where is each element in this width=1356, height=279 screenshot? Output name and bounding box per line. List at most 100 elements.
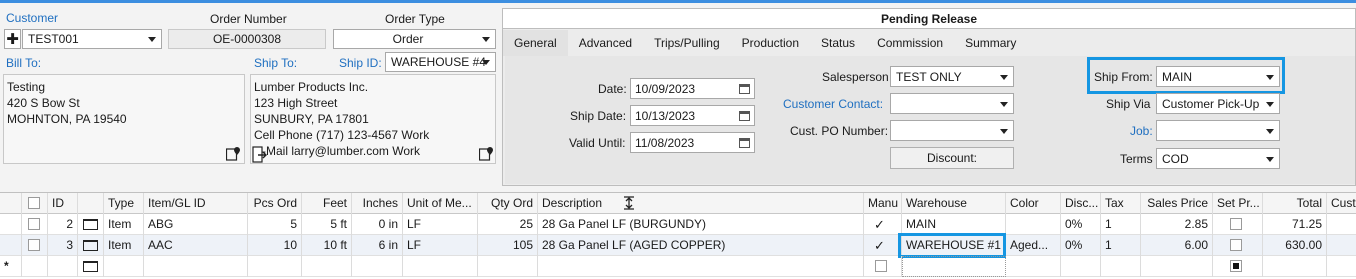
calendar-icon[interactable] [739,111,750,121]
tab-advanced[interactable]: Advanced [568,30,643,56]
cell-description[interactable]: 28 Ga Panel LF (BURGUNDY) [538,214,864,235]
cell-tax[interactable]: 1 [1101,235,1141,256]
ship-id-label[interactable]: Ship ID: [339,56,382,70]
cell-pcs[interactable]: 5 [248,214,302,235]
table-row[interactable]: 3 Item AAC 10 10 ft 6 in LF 105 28 Ga Pa… [0,235,1356,256]
folder-icon[interactable] [83,261,98,272]
cell-uom[interactable] [403,256,478,277]
cell-warehouse[interactable]: MAIN [902,214,1006,235]
checkmark-icon[interactable]: ✓ [874,214,885,235]
new-row[interactable]: * [0,256,1356,277]
cell-inches[interactable]: 0 in [352,214,403,235]
col-cust[interactable]: Cust [1327,193,1356,214]
cell-inches[interactable] [352,256,403,277]
col-color[interactable]: Color [1006,193,1061,214]
cell-disc[interactable]: 0% [1061,235,1101,256]
cell-pcs[interactable]: 10 [248,235,302,256]
tab-commission[interactable]: Commission [866,30,954,56]
col-sales-price[interactable]: Sales Price [1141,193,1213,214]
tab-summary[interactable]: Summary [954,30,1027,56]
map-pin-icon[interactable] [478,146,494,161]
cell-uom[interactable]: LF [403,214,478,235]
col-disc[interactable]: Disc... [1061,193,1101,214]
tab-production[interactable]: Production [731,30,810,56]
set-price-checkbox[interactable] [1230,218,1242,230]
bill-to-label[interactable]: Bill To: [6,56,41,70]
row-checkbox[interactable] [28,218,40,230]
col-feet[interactable]: Feet [302,193,352,214]
map-pin-icon[interactable] [225,146,241,161]
col-manu[interactable]: Manu [864,193,902,214]
col-id[interactable]: ID [48,193,78,214]
cell-tax[interactable]: 1 [1101,214,1141,235]
expand-rows-icon[interactable] [622,196,636,214]
folder-icon[interactable] [83,240,98,251]
col-tax[interactable]: Tax [1101,193,1141,214]
cell-disc[interactable] [1061,256,1101,277]
col-inches[interactable]: Inches [352,193,403,214]
col-qty[interactable]: Qty Ord [478,193,538,214]
job-dropdown[interactable] [1156,120,1280,141]
customer-label[interactable]: Customer [6,11,58,25]
table-row[interactable]: 2 Item ABG 5 5 ft 0 in LF 25 28 Ga Panel… [0,214,1356,235]
cell-sales-price[interactable]: 6.00 [1141,235,1213,256]
tab-status[interactable]: Status [810,30,866,56]
cell-item[interactable]: ABG [144,214,248,235]
cell-item[interactable] [144,256,248,277]
cell-pcs[interactable] [248,256,302,277]
order-type-dropdown[interactable]: Order [333,29,496,49]
customer-contact-dropdown[interactable] [890,93,1014,114]
ship-id-dropdown[interactable]: WAREHOUSE #4 [385,52,496,72]
manu-checkbox[interactable] [875,260,887,272]
col-warehouse[interactable]: Warehouse [902,193,1006,214]
cell-tax[interactable] [1101,256,1141,277]
ship-to-label[interactable]: Ship To: [254,56,297,70]
valid-until-field[interactable]: 11/08/2023 [630,132,755,153]
customer-dropdown[interactable]: TEST001 [22,29,162,49]
cell-qty[interactable]: 25 [478,214,538,235]
cell-sales-price[interactable]: 2.85 [1141,214,1213,235]
cell-feet[interactable]: 5 ft [302,214,352,235]
discount-button[interactable]: Discount: [890,147,1014,169]
customer-contact-label[interactable]: Customer Contact: [783,97,883,111]
cell-item[interactable]: AAC [144,235,248,256]
col-set-price[interactable]: Set Pr... [1213,193,1263,214]
checkmark-icon[interactable]: ✓ [874,235,885,256]
tab-trips-pulling[interactable]: Trips/Pulling [643,30,731,56]
cell-sales-price[interactable] [1141,256,1213,277]
cust-po-dropdown[interactable] [890,120,1014,141]
cell-color[interactable] [1006,214,1061,235]
col-total[interactable]: Total [1263,193,1327,214]
cell-inches[interactable]: 6 in [352,235,403,256]
cell-disc[interactable]: 0% [1061,214,1101,235]
set-price-checkbox-indeterminate[interactable] [1230,260,1242,272]
row-checkbox[interactable] [28,239,40,251]
terms-dropdown[interactable]: COD [1156,148,1280,169]
cell-qty[interactable] [478,256,538,277]
col-description[interactable]: Description [538,193,864,214]
add-customer-button[interactable]: ✚ [4,29,21,49]
cell-color[interactable]: Aged... [1006,235,1061,256]
cell-warehouse[interactable] [902,256,1006,277]
cell-feet[interactable] [302,256,352,277]
cell-feet[interactable]: 10 ft [302,235,352,256]
col-uom[interactable]: Unit of Me... [403,193,478,214]
cell-description[interactable] [538,256,864,277]
salesperson-dropdown[interactable]: TEST ONLY [890,66,1014,87]
cell-description[interactable]: 28 Ga Panel LF (AGED COPPER) [538,235,864,256]
tab-general[interactable]: General [503,30,568,56]
col-item[interactable]: Item/GL ID [144,193,248,214]
cell-qty[interactable]: 105 [478,235,538,256]
cell-color[interactable] [1006,256,1061,277]
calendar-icon[interactable] [739,138,750,148]
calendar-icon[interactable] [739,84,750,94]
export-icon[interactable] [252,146,267,163]
col-type[interactable]: Type [104,193,144,214]
cell-uom[interactable]: LF [403,235,478,256]
ship-date-field[interactable]: 10/13/2023 [630,105,755,126]
set-price-checkbox[interactable] [1230,239,1242,251]
col-pcs[interactable]: Pcs Ord [248,193,302,214]
job-label[interactable]: Job: [1130,124,1153,138]
select-all-checkbox[interactable] [28,197,40,209]
folder-icon[interactable] [83,219,98,230]
